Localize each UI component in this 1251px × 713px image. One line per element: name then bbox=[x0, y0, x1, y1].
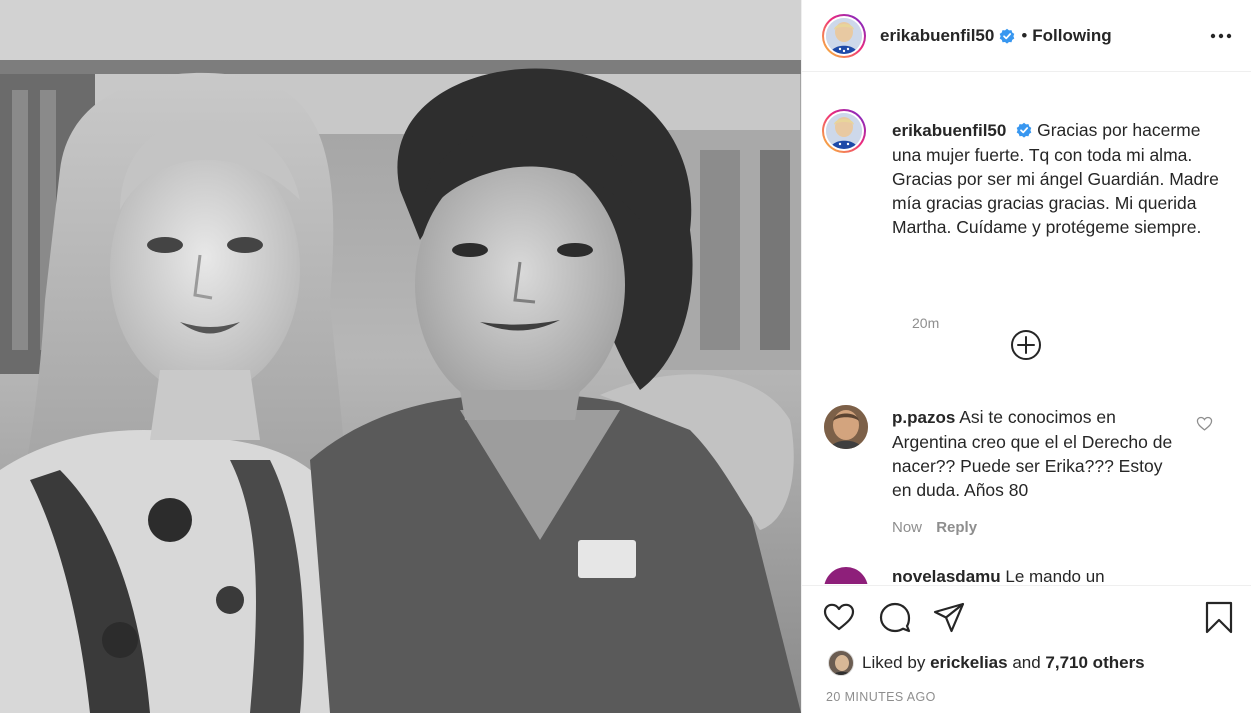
post-photo[interactable] bbox=[0, 0, 801, 713]
likes-prefix: Liked by bbox=[862, 653, 926, 672]
likes-joiner: and bbox=[1012, 653, 1041, 672]
commenter-avatar[interactable] bbox=[824, 567, 868, 584]
comment-body: Le mando un bbox=[1005, 567, 1105, 584]
comment-text-block: p.pazos Asi te conocimos en Argentina cr… bbox=[892, 405, 1177, 502]
author-username[interactable]: erikabuenfil50 bbox=[880, 26, 994, 46]
likes-summary: Liked by erickelias and 7,710 others bbox=[828, 650, 1145, 676]
verified-badge-icon bbox=[1016, 122, 1032, 138]
bookmark-icon[interactable] bbox=[1202, 600, 1236, 634]
comment-username[interactable]: novelasdamu bbox=[892, 567, 1001, 584]
liker-username[interactable]: erickelias bbox=[930, 653, 1008, 673]
separator-dot: • bbox=[1021, 25, 1028, 45]
comment-bubble-icon[interactable] bbox=[878, 600, 912, 634]
author-avatar[interactable] bbox=[822, 13, 866, 58]
heart-icon[interactable] bbox=[1196, 415, 1213, 432]
likes-others-link[interactable]: 7,710 others bbox=[1045, 653, 1144, 673]
comment-text-block: novelasdamu Le mando un bbox=[892, 567, 1105, 584]
more-options-icon[interactable] bbox=[1210, 26, 1232, 46]
comment-username[interactable]: p.pazos bbox=[892, 408, 955, 427]
liker-avatar-image bbox=[829, 651, 853, 675]
heart-icon[interactable] bbox=[822, 600, 856, 634]
comments-section[interactable]: erikabuenfil50 Gracias por hacerme una m… bbox=[802, 73, 1251, 584]
caption-username[interactable]: erikabuenfil50 bbox=[892, 121, 1006, 140]
caption-avatar-image bbox=[826, 113, 862, 149]
post-actions: Liked by erickelias and 7,710 others 20 … bbox=[802, 585, 1251, 713]
post-timestamp[interactable]: 20 MINUTES AGO bbox=[826, 690, 936, 704]
liker-avatar[interactable] bbox=[828, 650, 854, 676]
verified-badge-icon bbox=[1000, 28, 1015, 44]
comment-item: novelasdamu Le mando un bbox=[824, 567, 1239, 584]
plus-circle-icon[interactable] bbox=[1010, 329, 1042, 361]
following-button[interactable]: Following bbox=[1032, 26, 1111, 46]
comment-meta: Now Reply bbox=[892, 519, 977, 536]
caption-author-avatar[interactable] bbox=[822, 109, 866, 153]
comment-time[interactable]: Now bbox=[892, 519, 922, 536]
post-header: erikabuenfil50 • Following bbox=[802, 0, 1251, 72]
paper-plane-icon[interactable] bbox=[932, 600, 966, 634]
commenter-avatar-image bbox=[824, 405, 868, 449]
caption-time[interactable]: 20m bbox=[912, 315, 939, 331]
post-side-panel: erikabuenfil50 • Following erikabuenfil5… bbox=[801, 0, 1251, 713]
caption-text-block: erikabuenfil50 Gracias por hacerme una m… bbox=[892, 118, 1222, 239]
author-avatar-image bbox=[826, 17, 862, 54]
reply-button[interactable]: Reply bbox=[936, 519, 977, 536]
commenter-avatar[interactable] bbox=[824, 405, 868, 449]
post-photo-image bbox=[0, 0, 801, 713]
